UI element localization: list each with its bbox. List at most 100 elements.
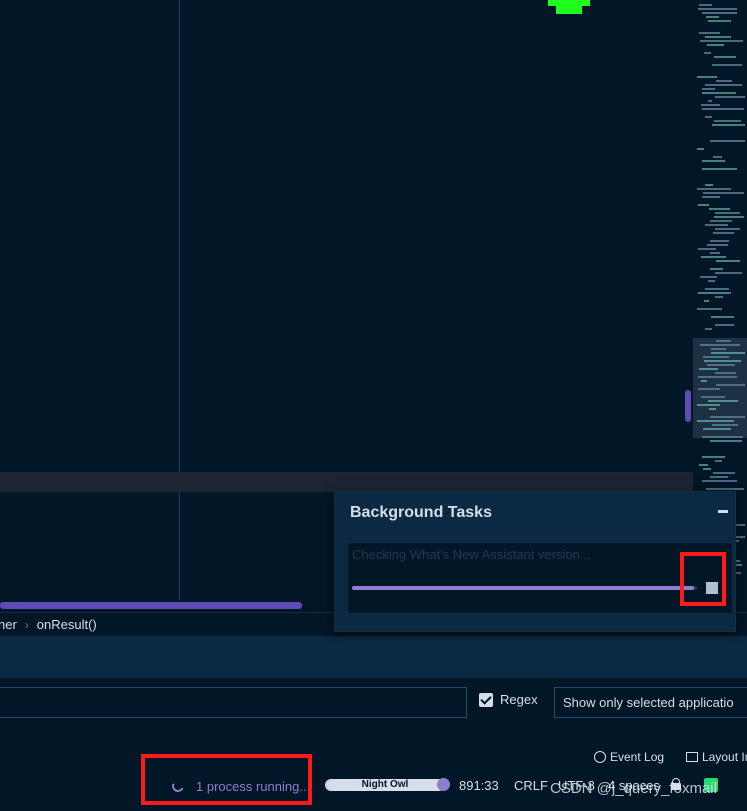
minimap-code-line — [701, 256, 726, 258]
minimap-code-line — [702, 108, 744, 110]
minimap-code-line — [716, 80, 732, 82]
layout-label: Layout In — [702, 750, 747, 764]
minimap-code-line — [702, 92, 736, 94]
task-progress-bar — [352, 586, 697, 590]
minimap-code-line — [705, 116, 712, 118]
regex-label: Regex — [500, 692, 538, 707]
minimap-code-line — [714, 216, 744, 218]
minimap-code-line — [711, 348, 726, 350]
event-log-button[interactable]: Event Log — [594, 750, 664, 764]
minimap-code-line — [700, 276, 717, 278]
minimap-code-line — [704, 300, 709, 302]
minimap-code-line — [699, 368, 718, 370]
minimap-code-line — [703, 356, 729, 358]
tool-window-header — [0, 636, 747, 678]
minimap-code-line — [702, 12, 737, 14]
minimap-code-line — [707, 244, 728, 246]
minimap-code-line — [716, 340, 731, 342]
horizontal-scrollbar[interactable] — [0, 602, 302, 609]
line-separator[interactable]: CRLF — [514, 778, 548, 793]
minimap-code-line — [698, 8, 737, 10]
regex-option[interactable]: Regex — [479, 692, 538, 707]
minimap-code-line — [698, 248, 716, 250]
minimap-code-line — [702, 196, 720, 198]
editor-separator — [0, 472, 693, 492]
minimap-code-line — [697, 76, 717, 78]
minimap-code-line — [702, 436, 743, 438]
minimap-code-line — [712, 124, 745, 126]
highlight-box-process — [141, 754, 312, 805]
minimap-code-line — [701, 380, 707, 382]
minimap-code-line — [710, 416, 745, 418]
vertical-scrollbar[interactable] — [685, 390, 691, 422]
minimap-code-line — [698, 388, 720, 390]
minimap-code-line — [700, 40, 743, 42]
minimap-code-line — [710, 476, 728, 478]
event-log-label: Event Log — [610, 750, 665, 764]
minimap-code-line — [698, 204, 709, 206]
minimap-code-line — [715, 324, 734, 326]
minimap-code-line — [702, 160, 725, 162]
breadcrumb-item-class[interactable]: ner — [0, 617, 17, 632]
minimap-code-line — [699, 464, 708, 466]
minimap-code-line — [708, 20, 731, 22]
minimap-code-line — [705, 36, 731, 38]
minimap-code-line — [697, 308, 722, 310]
theme-name: Night Owl — [361, 779, 409, 790]
minimap-code-line — [714, 120, 741, 122]
minimap-code-line — [707, 364, 735, 366]
indent-guide — [179, 0, 180, 600]
minimap-code-line — [712, 64, 742, 66]
minimap-code-line — [715, 96, 745, 98]
minimap-code-line — [713, 156, 722, 158]
minimap-code-line — [697, 404, 720, 406]
task-name: Checking What's New Assistant version... — [352, 547, 591, 562]
minimap-code-line — [704, 52, 711, 54]
minimap-code-line — [700, 344, 740, 346]
regex-checkbox[interactable] — [479, 692, 493, 707]
minimap-code-line — [713, 472, 735, 474]
minimap-code-line — [702, 480, 737, 482]
background-tasks-popup: Background Tasks Checking What's New Ass… — [334, 491, 736, 632]
cursor-position[interactable]: 891:33 — [459, 778, 499, 793]
minimap-code-line — [715, 272, 742, 274]
minimap-code-line — [710, 252, 720, 254]
minimap-code-line — [699, 32, 720, 34]
minimap-code-line — [715, 228, 740, 230]
minimap-code-line — [697, 148, 704, 150]
theme-progress-widget[interactable]: Night Owl — [325, 779, 445, 791]
minimap-code-line — [702, 168, 737, 170]
minimap-code-line — [710, 220, 732, 222]
filter-input[interactable] — [0, 687, 467, 718]
minimap-code-line — [708, 400, 738, 402]
minimap-code-line — [703, 192, 744, 194]
chevron-right-icon: › — [24, 617, 29, 632]
editor-area[interactable] — [0, 0, 693, 472]
minimap-code-line — [710, 140, 745, 142]
green-marker — [548, 0, 590, 14]
minimap-code-line — [705, 328, 712, 330]
minimap-code-line — [715, 460, 722, 462]
show-only-selected-dropdown[interactable]: Show only selected applicatio — [554, 687, 747, 718]
minimap-code-line — [711, 316, 734, 318]
minimap-code-line — [710, 440, 742, 442]
minimap-code-line — [708, 280, 715, 282]
layout-button[interactable]: Layout In — [686, 750, 747, 764]
minimap-code-line — [715, 372, 736, 374]
breadcrumb-item-method[interactable]: onResult() — [37, 617, 97, 632]
minimap-code-line — [703, 468, 711, 470]
task-item: Checking What's New Assistant version... — [347, 542, 733, 614]
task-progress-fill — [352, 586, 694, 590]
minimize-icon[interactable] — [718, 510, 728, 513]
minimap-code-line — [706, 488, 744, 490]
highlight-box-stop — [680, 552, 726, 606]
popup-title: Background Tasks — [350, 504, 492, 521]
minimap-code-line — [701, 396, 725, 398]
minimap-code-line — [702, 456, 725, 458]
minimap-code-line — [705, 288, 729, 290]
minimap-code-line — [712, 424, 738, 426]
minimap-code-line — [697, 188, 731, 190]
theme-knob — [437, 778, 450, 791]
minimap-code-line — [698, 376, 737, 378]
minimap-code-line — [714, 56, 736, 58]
